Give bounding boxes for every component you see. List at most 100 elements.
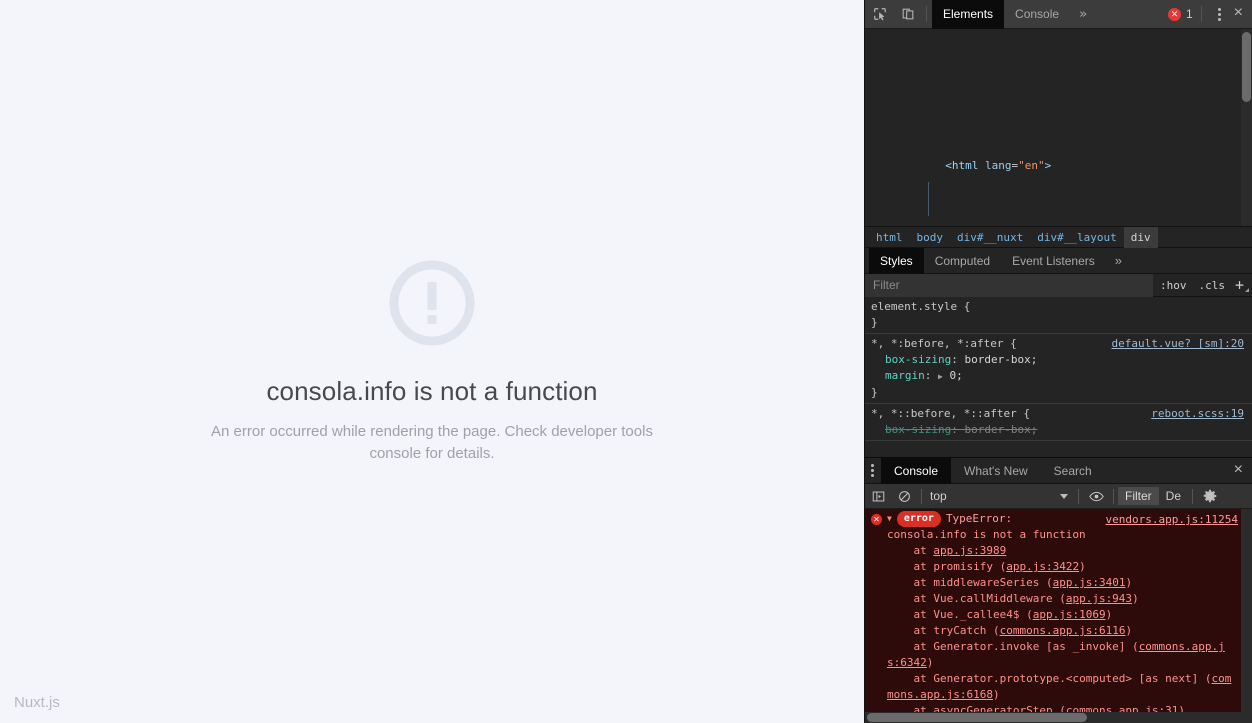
console-error-source-link[interactable]: vendors.app.js:11254: [1106, 512, 1238, 528]
tab-console[interactable]: Console: [1004, 0, 1070, 29]
drawer-close-icon[interactable]: ×: [1230, 461, 1252, 480]
style-prop-box-sizing: box-sizing: [885, 353, 952, 366]
dom-node-doctype[interactable]: <!doctype html>: [865, 80, 1252, 89]
stack-frame: at Generator.invoke [as _invoke] (common…: [887, 640, 1225, 669]
style-declaration[interactable]: box-sizing: border-box;: [871, 352, 1252, 368]
console-toolbar-divider-4: [1192, 488, 1194, 504]
breadcrumb-item-layout[interactable]: div#__layout: [1030, 227, 1123, 248]
stack-link[interactable]: app.js:3989: [933, 544, 1006, 557]
devtools-toolbar: Elements Console » ✕ 1 ×: [865, 0, 1252, 29]
dom-node-head[interactable]: ▶<head>…</head>: [865, 208, 1252, 225]
screen: consola.info is not a function An error …: [0, 0, 1252, 723]
browser-page-viewport: consola.info is not a function An error …: [0, 0, 864, 723]
style-value-box-sizing-overridden: border-box;: [964, 423, 1038, 436]
console-toolbar-divider: [921, 488, 922, 504]
console-filter-input[interactable]: Filter: [1118, 487, 1159, 505]
drawer-tab-console[interactable]: Console: [881, 457, 952, 484]
stack-link[interactable]: app.js:1069: [1033, 608, 1106, 621]
style-value-box-sizing: border-box;: [964, 353, 1038, 366]
dom-tree-pane[interactable]: <!doctype html> <html lang="en"> ▶<head>…: [865, 29, 1252, 227]
breadcrumb-item-html[interactable]: html: [869, 227, 910, 248]
toolbar-divider: [926, 6, 927, 22]
styles-more-tabs-icon[interactable]: »: [1106, 253, 1131, 268]
stack-post: ): [1125, 624, 1133, 637]
style-prop-margin: margin: [885, 369, 925, 382]
style-declaration-overridden[interactable]: box-sizing: border-box;: [871, 422, 1252, 438]
breadcrumb-item-nuxt[interactable]: div#__nuxt: [950, 227, 1030, 248]
chevron-down-icon: [1060, 493, 1068, 499]
dom-node-html[interactable]: <html lang="en">: [865, 140, 1252, 172]
dom-tree: <!doctype html> <html lang="en"> ▶<head>…: [865, 29, 1252, 226]
drawer-kebab-menu-icon[interactable]: [865, 464, 881, 477]
tab-elements[interactable]: Elements: [932, 0, 1005, 29]
drawer-tabbar: Console What's New Search ×: [865, 457, 1252, 484]
dom-tree-scrollbar-thumb[interactable]: [1242, 32, 1251, 102]
console-error-stack: at app.js:3989 at promisify (app.js:3422…: [871, 543, 1238, 719]
console-drawer: Console What's New Search × top Filter D…: [865, 457, 1252, 723]
close-icon[interactable]: ×: [1230, 5, 1252, 23]
stack-frame: at app.js:3989: [887, 544, 1007, 557]
console-hscrollbar-thumb[interactable]: [867, 713, 1087, 722]
nuxt-error-page: consola.info is not a function An error …: [0, 0, 864, 723]
stack-fn: tryCatch (: [933, 624, 1000, 637]
tab-elements-label: Elements: [943, 7, 994, 21]
tab-styles[interactable]: Styles: [869, 247, 924, 274]
stack-frame: at promisify (app.js:3422): [887, 560, 1086, 573]
drawer-tab-search[interactable]: Search: [1041, 458, 1105, 484]
style-declaration[interactable]: margin: ▶ 0;: [871, 368, 1252, 385]
style-rule-source-2[interactable]: reboot.scss:19: [1151, 406, 1244, 422]
style-rule-element-style[interactable]: element.style { }: [865, 297, 1252, 334]
console-sidebar-icon[interactable]: [865, 484, 891, 509]
breadcrumb-item-div[interactable]: div: [1123, 226, 1158, 248]
inspect-element-icon[interactable]: [867, 1, 893, 27]
hov-toggle-button[interactable]: :hov: [1154, 279, 1193, 292]
styles-rules-pane[interactable]: element.style { } *, *:before, *:after {…: [865, 297, 1252, 457]
error-count-badge[interactable]: ✕ 1: [1167, 7, 1195, 21]
error-exclamation-icon: [389, 260, 475, 345]
stack-frame: at middlewareSeries (app.js:3401): [887, 576, 1133, 589]
style-rule-reboot-scss[interactable]: *, *::before, *::after { reboot.scss:19 …: [865, 404, 1252, 441]
style-rule-source-1[interactable]: default.vue? [sm]:20: [1112, 336, 1244, 352]
console-error-badge: error: [896, 511, 941, 527]
style-rule-close-1: }: [871, 386, 878, 399]
expand-shorthand-icon[interactable]: ▶: [938, 372, 943, 381]
styles-filter-input[interactable]: [865, 273, 1153, 297]
console-toolbar-divider-2: [1078, 488, 1079, 504]
console-scrollbar-track[interactable]: [1241, 509, 1252, 723]
more-tabs-icon[interactable]: »: [1070, 0, 1096, 29]
expand-triangle-icon[interactable]: ▼: [887, 511, 892, 527]
devtools-panel: Elements Console » ✕ 1 × <!doctype html>: [864, 0, 1252, 723]
console-levels-selector[interactable]: De: [1159, 489, 1188, 503]
console-context-selector[interactable]: top: [926, 489, 1074, 503]
stack-link[interactable]: commons.app.js:6116: [1000, 624, 1126, 637]
style-prop-box-sizing-overridden: box-sizing: [885, 423, 952, 436]
style-rule-selector-2: *, *::before, *::after {: [871, 407, 1030, 420]
console-error-header: ✕ ▼ error TypeError: vendors.app.js:1125…: [871, 511, 1238, 527]
stack-fn: Vue._callee4$ (: [933, 608, 1033, 621]
error-circle-icon: ✕: [871, 513, 882, 525]
style-rule-default-vue[interactable]: *, *:before, *:after { default.vue? [sm]…: [865, 334, 1252, 404]
clear-console-icon[interactable]: [891, 484, 917, 509]
device-toolbar-icon[interactable]: [895, 1, 921, 27]
new-style-rule-button[interactable]: +: [1231, 276, 1252, 294]
dom-tree-scrollbar-track[interactable]: [1241, 29, 1252, 226]
settings-gear-icon[interactable]: [1197, 484, 1223, 509]
console-error-entry[interactable]: ✕ ▼ error TypeError: vendors.app.js:1125…: [865, 509, 1252, 722]
breadcrumb-item-body[interactable]: body: [910, 227, 951, 248]
kebab-menu-icon[interactable]: [1209, 7, 1230, 21]
console-output[interactable]: ✕ ▼ error TypeError: vendors.app.js:1125…: [865, 509, 1252, 723]
stack-link[interactable]: app.js:943: [1066, 592, 1132, 605]
tab-computed[interactable]: Computed: [924, 248, 1001, 274]
cls-toggle-button[interactable]: .cls: [1192, 279, 1231, 292]
stack-link[interactable]: app.js:3422: [1006, 560, 1079, 573]
live-expression-icon[interactable]: [1083, 484, 1109, 509]
console-hscrollbar-track[interactable]: [865, 712, 1252, 723]
console-toolbar: top Filter De: [865, 484, 1252, 509]
drawer-tab-whats-new[interactable]: What's New: [951, 458, 1041, 484]
stack-frame: at Generator.prototype.<computed> [as ne…: [887, 672, 1232, 701]
stack-link[interactable]: app.js:3401: [1053, 576, 1126, 589]
stack-fn: Vue.callMiddleware (: [933, 592, 1066, 605]
error-title: consola.info is not a function: [266, 375, 598, 406]
toolbar-divider-2: [1200, 6, 1202, 22]
tab-event-listeners[interactable]: Event Listeners: [1001, 248, 1106, 274]
